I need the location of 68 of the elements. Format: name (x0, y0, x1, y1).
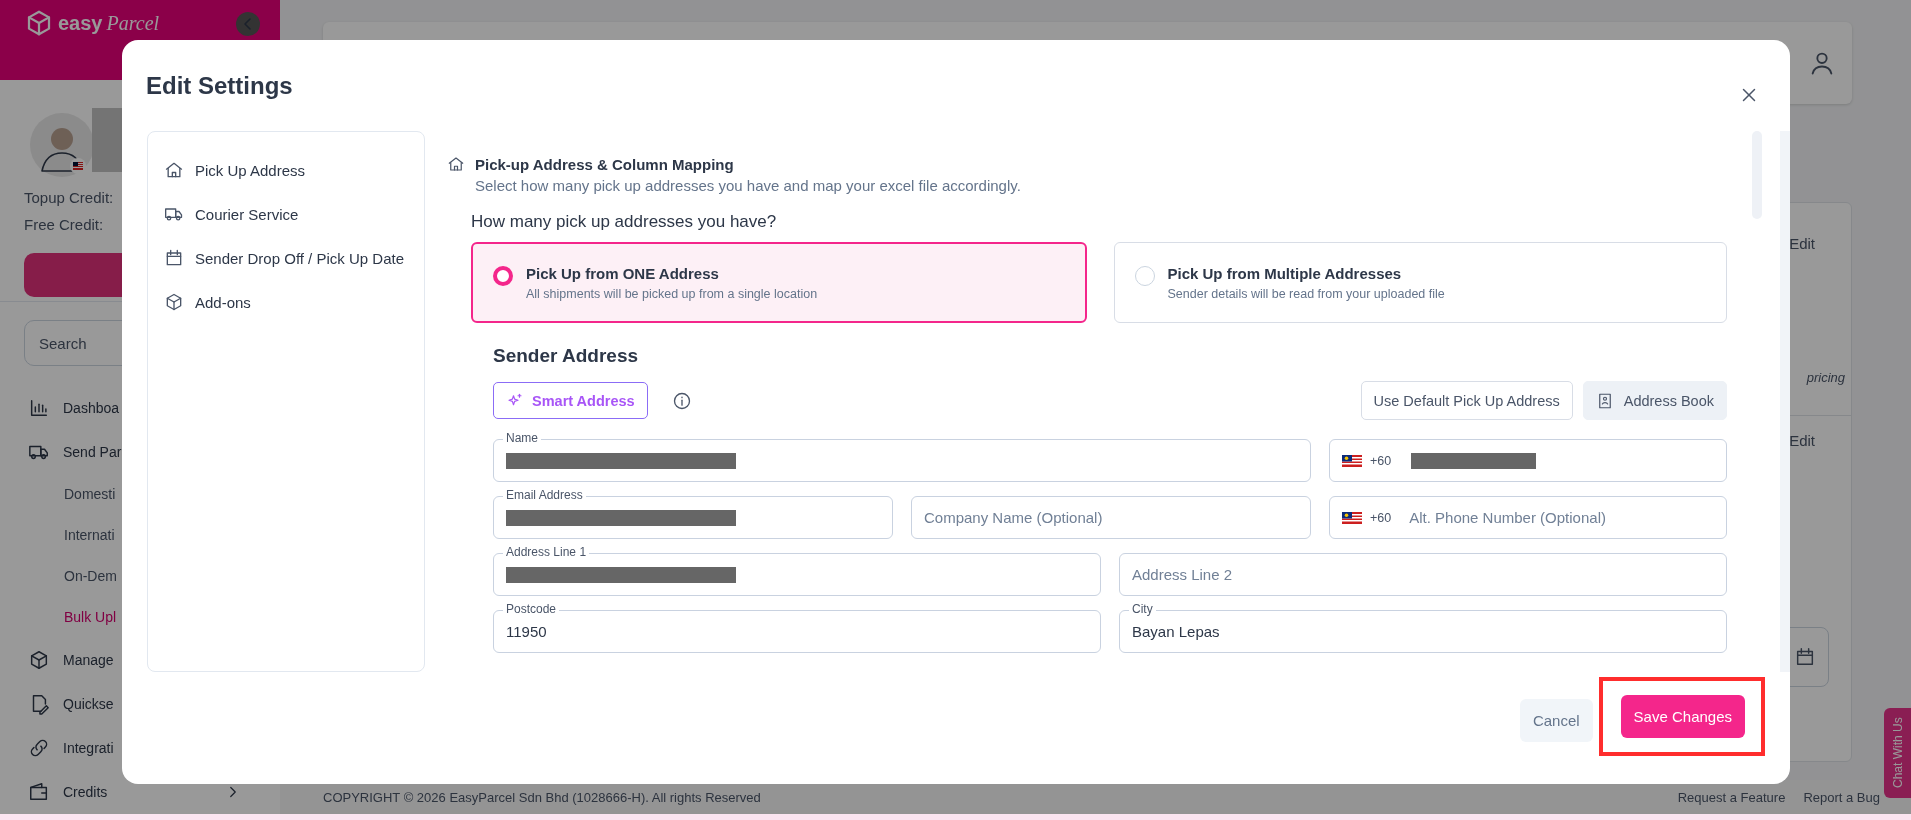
nav-item[interactable]: Add-ons (148, 280, 424, 324)
question-text: How many pick up addresses you have? (471, 212, 778, 232)
input-field[interactable]: Address Line 1 (493, 545, 1101, 596)
house-icon (447, 155, 465, 173)
input-field[interactable]: City Bayan Lepas (1119, 602, 1727, 653)
house-icon (164, 160, 184, 180)
input-field[interactable]: Name (493, 431, 1311, 482)
calendar-icon (1794, 646, 1816, 668)
info-icon[interactable] (671, 390, 692, 411)
field-label: Postcode (503, 602, 560, 616)
input-field[interactable]: Address Line 2 (1119, 545, 1727, 596)
avatar (30, 112, 94, 177)
edit-link[interactable]: Edit (1789, 235, 1815, 252)
input-field[interactable]: Email Address (493, 488, 893, 539)
option-card[interactable]: Pick Up from ONE Address All shipments will be picked up from a single location (471, 242, 1087, 323)
link-icon (28, 737, 50, 759)
credit-label: Free Credit: (24, 216, 105, 234)
field-label: Address Line 1 (503, 545, 590, 559)
input-field[interactable]: Company Name (Optional) (911, 488, 1311, 539)
copyright-text: COPYRIGHT © 2026 EasyParcel Sdn Bhd (1028666-H). All rights Reserved (323, 789, 761, 805)
menu-item[interactable]: Manage (0, 638, 280, 682)
cube-icon (164, 292, 184, 312)
bar-chart-icon (28, 397, 50, 419)
nav-item[interactable]: Courier Service (148, 192, 424, 236)
menu-item[interactable]: Dashboa (0, 386, 280, 430)
cube-icon (28, 649, 50, 671)
field-label: Email Address (503, 488, 586, 502)
field-label: Name (503, 431, 541, 445)
credit-label: Topup Credit: (24, 189, 115, 207)
phone-field[interactable]: +60 (1329, 431, 1727, 482)
flag-icon (1342, 454, 1362, 467)
option-description: Sender details will be read from your uploaded file (1167, 286, 1445, 301)
menu-item[interactable]: Send Par (0, 430, 280, 474)
toolbar-button[interactable]: Use Default Pick Up Address (1360, 381, 1573, 420)
option-title: Pick Up from ONE Address (526, 264, 720, 282)
menu-item[interactable]: Credits (0, 770, 280, 814)
section-subtitle: Select how many pick up addresses you have and map your excel file accordingly. (475, 177, 1022, 194)
smart-address-button[interactable]: Smart Address (493, 382, 648, 419)
flag-icon (70, 157, 86, 174)
scrollbar[interactable] (1780, 131, 1790, 672)
radio-button[interactable] (493, 265, 513, 286)
flag-icon (1342, 511, 1362, 524)
logo-text: Parcel (106, 11, 160, 35)
option-title: Pick Up from Multiple Addresses (1167, 264, 1403, 282)
option-description: All shipments will be picked up from a single location (526, 286, 818, 301)
logo-text: easy (58, 11, 103, 35)
input-field[interactable]: Postcode 11950 (493, 602, 1101, 653)
edit-link[interactable]: Edit (1789, 432, 1815, 449)
section-heading: Sender Address (493, 345, 639, 367)
footer-link[interactable]: Report a Bug (1803, 789, 1880, 805)
nav-item[interactable]: Pick Up Address (148, 148, 424, 192)
dialog-title: Edit Settings (146, 71, 293, 101)
menu-item[interactable]: Integrati (0, 726, 280, 770)
country-code-select[interactable]: +60 (1370, 453, 1402, 468)
field-label: City (1129, 602, 1156, 616)
save-button[interactable]: Save Changes (1620, 695, 1745, 738)
calendar-icon (164, 248, 184, 268)
option-card[interactable]: Pick Up from Multiple Addresses Sender details will be read from your uploaded file (1113, 242, 1727, 323)
wallet-icon (28, 781, 50, 803)
menu-item[interactable]: Quickse (0, 682, 280, 726)
toolbar-button[interactable]: Address Book (1582, 381, 1727, 420)
nav-item[interactable]: Sender Drop Off / Pick Up Date (148, 236, 424, 280)
phone-field[interactable]: +60 Alt. Phone Number (Optional) (1329, 488, 1727, 539)
country-code-select[interactable]: +60 (1370, 510, 1402, 525)
cancel-button[interactable]: Cancel (1519, 699, 1593, 742)
pricing-text: pricing (1806, 370, 1845, 385)
footer-link[interactable]: Request a Feature (1677, 789, 1786, 805)
section-title: Pick-up Address & Column Mapping (475, 155, 734, 173)
